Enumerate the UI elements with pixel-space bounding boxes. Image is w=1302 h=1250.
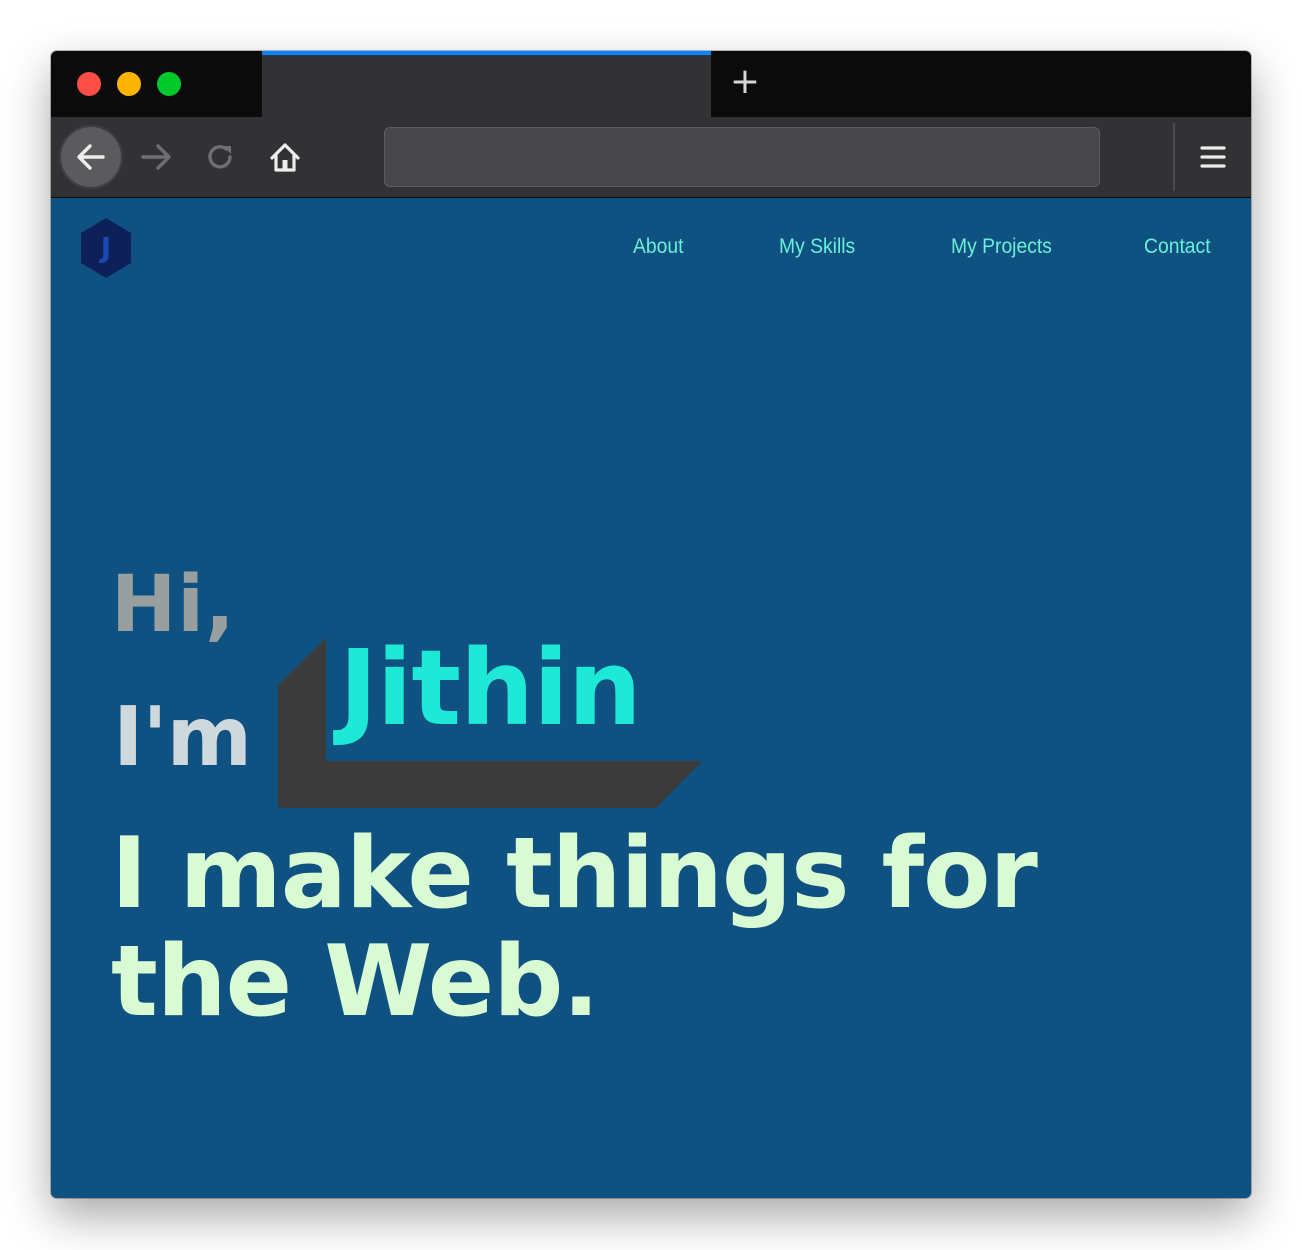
menu-button[interactable] [1189,131,1237,183]
browser-window: + J About My Skills My Projects Contact … [51,51,1251,1198]
site-logo[interactable]: J [79,217,133,279]
new-tab-button[interactable]: + [727,64,763,100]
close-window-button[interactable] [77,72,101,96]
reload-button[interactable] [189,125,253,189]
active-tab[interactable] [262,51,711,117]
home-button[interactable] [253,125,317,189]
hero-tagline: I make things for the Web. [111,820,1211,1036]
forward-button[interactable] [125,125,189,189]
nav-link-my-projects[interactable]: My Projects [951,234,1052,260]
tab-strip: + [51,51,1251,117]
hero-greeting: Hi, [111,560,236,650]
arrow-right-icon [141,144,171,170]
hero-name: Jithin [339,627,642,749]
browser-toolbar [51,117,1251,198]
page-content: J About My Skills My Projects Contact Hi… [51,198,1251,1198]
back-button[interactable] [59,125,123,189]
hamburger-menu-icon [1200,146,1226,168]
toolbar-separator [1173,123,1175,191]
nav-link-contact[interactable]: Contact [1144,234,1211,260]
nav-link-my-skills[interactable]: My Skills [779,234,855,260]
logo-letter: J [100,231,112,264]
tagline-line-1: I make things for [111,817,1038,931]
hero-intro: I'm [113,690,252,785]
reload-icon [208,145,232,169]
address-bar[interactable] [384,127,1100,187]
minimize-window-button[interactable] [117,72,141,96]
arrow-left-icon [77,144,105,170]
maximize-window-button[interactable] [157,72,181,96]
nav-link-about[interactable]: About [633,234,683,260]
home-icon [270,143,300,172]
tagline-line-2: the Web. [111,925,600,1039]
